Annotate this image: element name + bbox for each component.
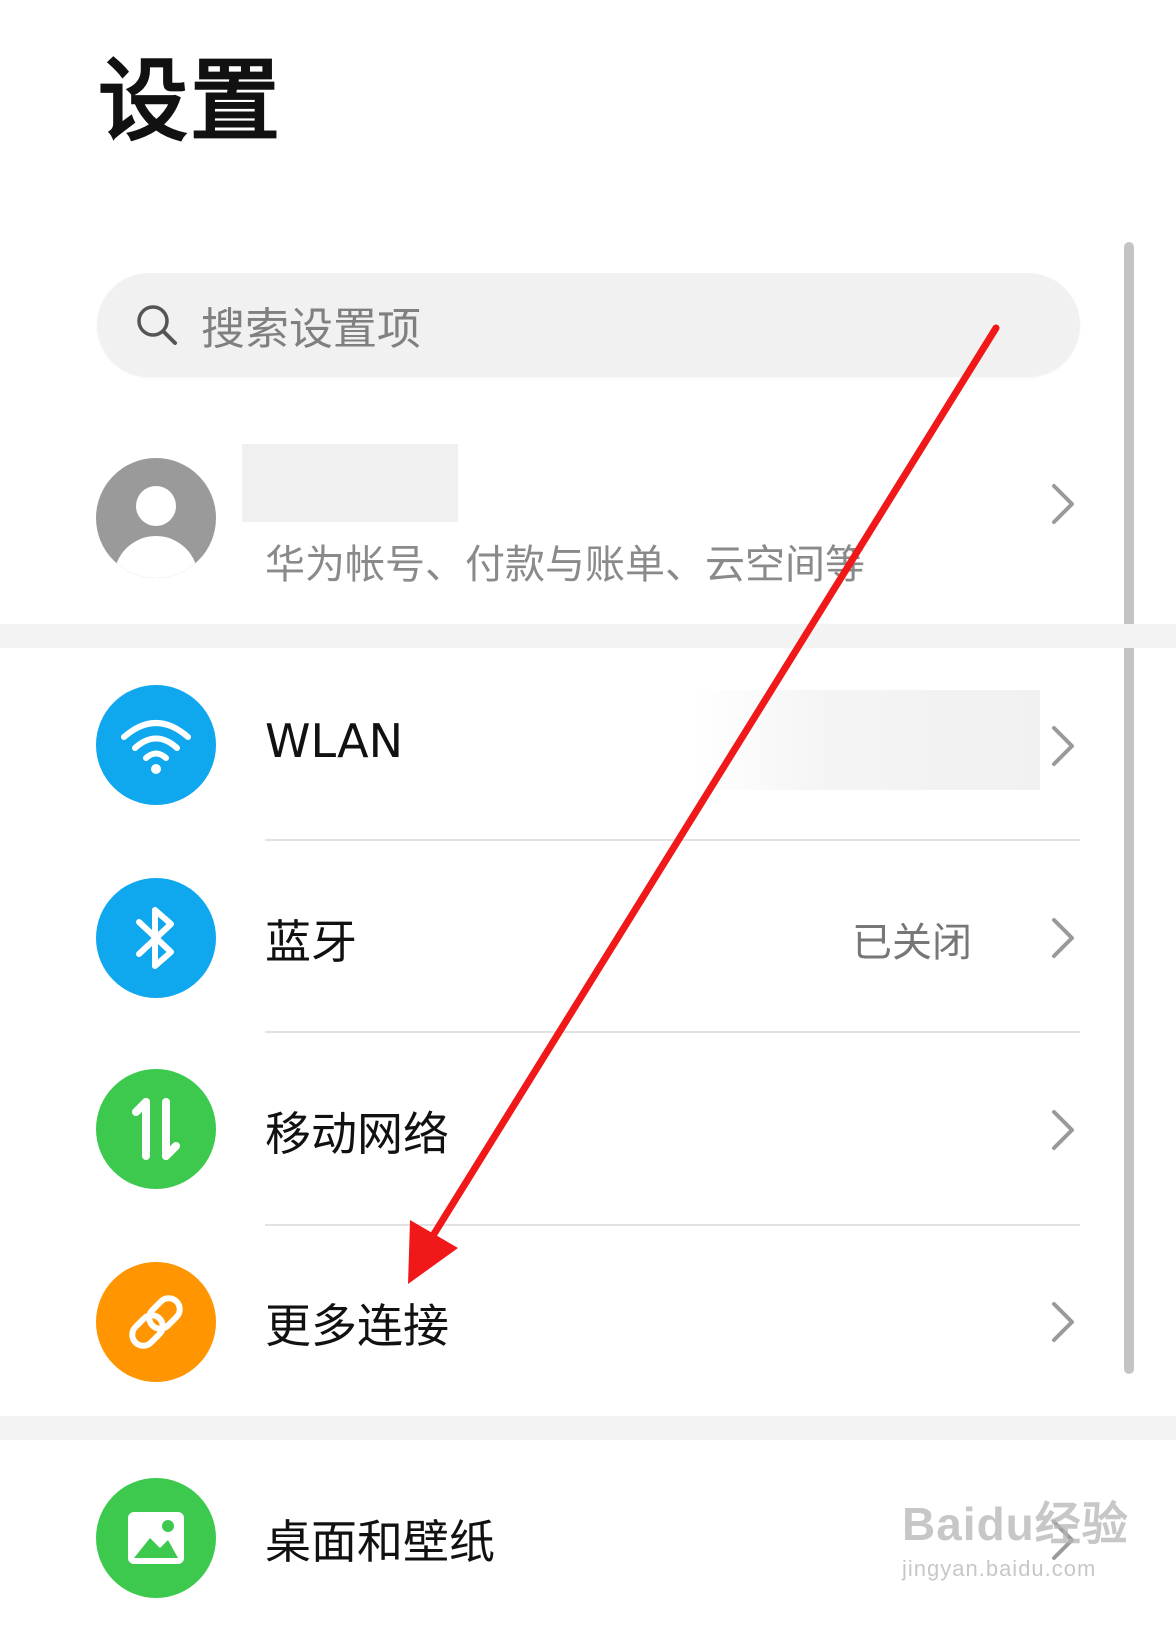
search-icon bbox=[133, 301, 181, 349]
account-subtitle: 华为帐号、付款与账单、云空间等 bbox=[265, 542, 865, 588]
more-connections-label: 更多连接 bbox=[265, 1299, 449, 1353]
mobile-data-icon bbox=[96, 1069, 216, 1189]
chevron-right-icon bbox=[1052, 1110, 1074, 1150]
link-icon bbox=[96, 1262, 216, 1382]
bluetooth-status: 已关闭 bbox=[852, 920, 972, 966]
chevron-right-icon bbox=[1052, 726, 1074, 766]
settings-item-more-connections[interactable]: 更多连接 bbox=[0, 1224, 1110, 1416]
search-input[interactable]: 搜索设置项 bbox=[201, 293, 421, 357]
chevron-right-icon bbox=[1052, 918, 1074, 958]
account-row[interactable]: 华为帐号、付款与账单、云空间等 bbox=[0, 440, 1110, 620]
account-name-redacted bbox=[242, 444, 458, 522]
chevron-right-icon bbox=[1052, 484, 1074, 524]
mobile-network-label: 移动网络 bbox=[265, 1107, 449, 1161]
search-bar[interactable]: 搜索设置项 bbox=[97, 273, 1080, 377]
section-divider bbox=[0, 624, 1176, 648]
settings-item-mobile-network[interactable]: 移动网络 bbox=[0, 1032, 1110, 1224]
avatar bbox=[96, 458, 216, 578]
watermark-url: jingyan.baidu.com bbox=[902, 1556, 1097, 1581]
settings-item-bluetooth[interactable]: 蓝牙 已关闭 bbox=[0, 840, 1110, 1032]
wifi-icon bbox=[96, 685, 216, 805]
wallpaper-label: 桌面和壁纸 bbox=[265, 1515, 495, 1569]
wallpaper-icon bbox=[96, 1478, 216, 1598]
wlan-network-redacted bbox=[695, 690, 1040, 790]
wlan-label: WLAN bbox=[265, 714, 404, 768]
page-title: 设置 bbox=[98, 49, 282, 154]
section-divider bbox=[0, 1416, 1176, 1440]
bluetooth-label: 蓝牙 bbox=[265, 915, 357, 969]
watermark-logo: Baidu经验 bbox=[902, 1498, 1129, 1550]
chevron-right-icon bbox=[1052, 1302, 1074, 1342]
baidu-watermark: Baidu经验 jingyan.baidu.com bbox=[902, 1488, 1129, 1582]
bluetooth-icon bbox=[96, 878, 216, 998]
scrollbar[interactable] bbox=[1124, 242, 1134, 1374]
